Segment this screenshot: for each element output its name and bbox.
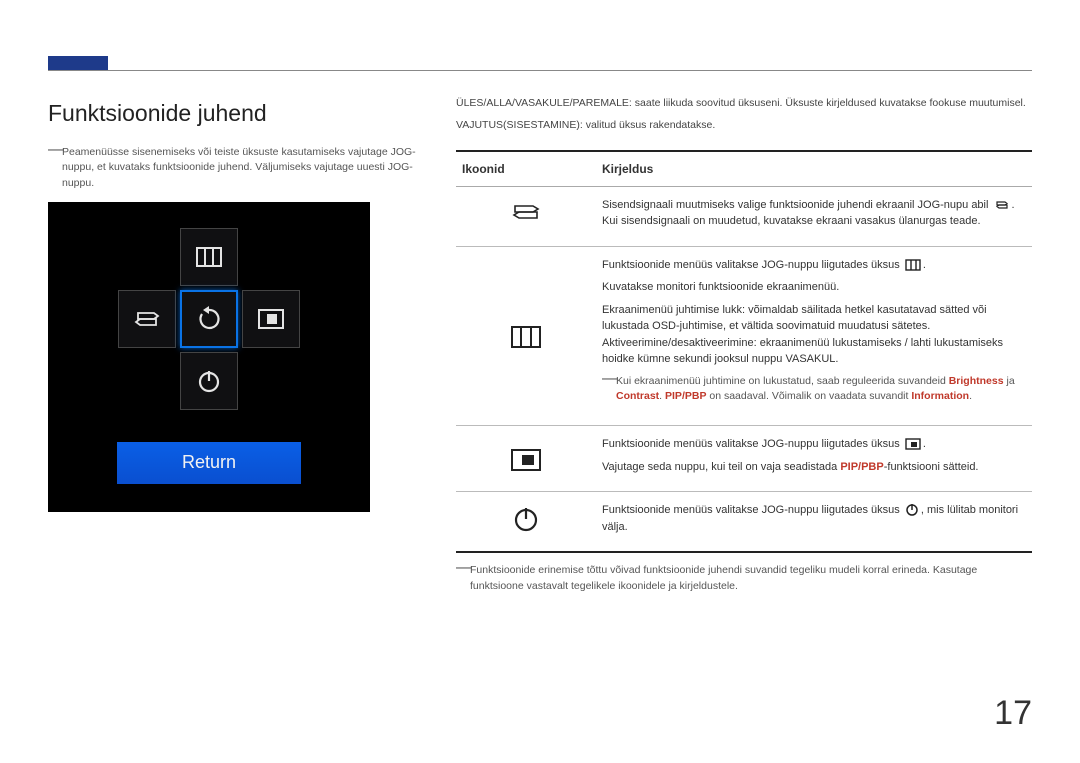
- dash-icon: ―: [48, 145, 62, 192]
- r2-nb: ja: [1004, 375, 1015, 387]
- osd-nav-cross: [118, 228, 300, 410]
- dash-icon: ―: [602, 374, 616, 406]
- row-desc-power: Funktsioonide menüüs valitakse JOG-nuppu…: [596, 502, 1032, 541]
- row-icon-power: [456, 502, 596, 541]
- r2-p1b: .: [923, 259, 926, 271]
- row-icon-pip: [456, 436, 596, 481]
- r2-na: Kui ekraanimenüü juhtimine on lukustatud…: [616, 375, 949, 387]
- inline-power-icon: [905, 502, 919, 516]
- section-heading: Funktsioonide juhend: [48, 96, 428, 131]
- osd-source-icon: [118, 290, 176, 348]
- row-desc-source: Sisendsignaali muutmiseks valige funktsi…: [596, 197, 1032, 236]
- r2-p3: Ekraanimenüü juhtimise lukk: võimaldab s…: [602, 302, 1026, 368]
- inline-menu-icon: [905, 259, 921, 271]
- left-column: Funktsioonide juhend ― Peamenüüsse sisen…: [48, 96, 428, 512]
- osd-power-icon: [180, 352, 238, 410]
- osd-screenshot: Return: [48, 202, 370, 512]
- right-column: ÜLES/ALLA/VASAKULE/PAREMALE: saate liiku…: [456, 96, 1032, 595]
- r3-p2a: Vajutage seda nuppu, kui teil on vaja se…: [602, 461, 840, 473]
- r3-p1a: Funktsioonide menüüs valitakse JOG-nuppu…: [602, 438, 903, 450]
- osd-menu-icon: [180, 228, 238, 286]
- table-row: Funktsioonide menüüs valitakse JOG-nuppu…: [456, 426, 1032, 492]
- osd-return-bar: Return: [117, 442, 301, 484]
- nav-instruction-2: VAJUTUS(SISESTAMINE): valitud üksus rake…: [456, 118, 1032, 134]
- r3-p1b: .: [923, 438, 926, 450]
- dash-icon: ―: [456, 563, 470, 595]
- after-table-note: ― Funktsioonide erinemise tõttu võivad f…: [456, 563, 1032, 595]
- inline-pip-icon: [905, 438, 921, 450]
- r4-p1a: Funktsioonide menüüs valitakse JOG-nuppu…: [602, 504, 903, 516]
- r2-p2: Kuvatakse monitori funktsioonide ekraani…: [602, 279, 1026, 296]
- row-desc-menu: Funktsioonide menüüs valitakse JOG-nuppu…: [596, 257, 1032, 416]
- table-row: Funktsioonide menüüs valitakse JOG-nuppu…: [456, 247, 1032, 427]
- heading-note: ― Peamenüüsse sisenemiseks või teiste ük…: [48, 145, 428, 192]
- row-icon-source: [456, 197, 596, 236]
- page-accent: [48, 56, 108, 70]
- r2-pip: PIP/PBP: [665, 390, 706, 402]
- after-note-text: Funktsioonide erinemise tõttu võivad fun…: [470, 563, 1032, 595]
- row-desc-pip: Funktsioonide menüüs valitakse JOG-nuppu…: [596, 436, 1032, 481]
- r2-lock-note: ― Kui ekraanimenüü juhtimine on lukustat…: [602, 374, 1026, 406]
- r2-ne: .: [969, 390, 972, 402]
- r2-nd: on saadaval. Võimalik on vaadata suvandi…: [706, 390, 911, 402]
- heading-note-text: Peamenüüsse sisenemiseks või teiste üksu…: [62, 145, 428, 192]
- r1-p1a: Sisendsignaali muutmiseks valige funktsi…: [602, 199, 992, 211]
- th-description: Kirjeldus: [596, 152, 1032, 186]
- row-icon-menu: [456, 257, 596, 416]
- nav-instruction-1: ÜLES/ALLA/VASAKULE/PAREMALE: saate liiku…: [456, 96, 1032, 112]
- th-icons: Ikoonid: [456, 152, 596, 186]
- r2-p1a: Funktsioonide menüüs valitakse JOG-nuppu…: [602, 259, 903, 271]
- r2-note-body: Kui ekraanimenüü juhtimine on lukustatud…: [616, 374, 1026, 406]
- osd-pip-icon: [242, 290, 300, 348]
- table-row: Sisendsignaali muutmiseks valige funktsi…: [456, 187, 1032, 247]
- r3-p2b: -funktsiooni sätteid.: [884, 461, 979, 473]
- osd-return-icon: [180, 290, 238, 348]
- page-number: 17: [994, 688, 1032, 739]
- r2-info: Information: [911, 390, 969, 402]
- r3-pip: PIP/PBP: [840, 461, 883, 473]
- inline-source-icon: [994, 199, 1010, 211]
- r2-contrast: Contrast: [616, 390, 659, 402]
- page-top-rule: [48, 70, 1032, 71]
- r2-brightness: Brightness: [949, 375, 1004, 387]
- table-row: Funktsioonide menüüs valitakse JOG-nuppu…: [456, 492, 1032, 553]
- table-header: Ikoonid Kirjeldus: [456, 150, 1032, 187]
